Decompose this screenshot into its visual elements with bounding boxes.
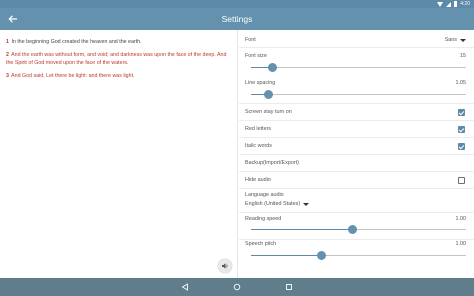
font-size-setting: Font size 15 [239, 48, 474, 76]
screen-stay-on-checkbox[interactable] [458, 109, 465, 116]
dropdown-arrow-icon [303, 202, 310, 206]
slider-thumb[interactable] [347, 225, 357, 234]
navigation-bar [0, 278, 474, 296]
slider-thumb[interactable] [317, 251, 327, 260]
nav-recents-button[interactable] [283, 281, 295, 293]
font-size-label: Font size [245, 53, 267, 59]
line-spacing-label: Line spacing [245, 80, 276, 86]
verse-2[interactable]: 2 And the earth was without form, and vo… [6, 51, 231, 68]
font-size-slider[interactable] [251, 63, 466, 72]
square-recents-icon [286, 284, 292, 290]
verse-1[interactable]: 1 In the beginning God created the heave… [6, 38, 231, 47]
line-spacing-setting: Line spacing 1.05 [239, 76, 474, 104]
italic-words-checkbox[interactable] [458, 143, 465, 150]
line-spacing-value: 1.05 [455, 80, 467, 86]
font-size-value: 15 [460, 53, 466, 59]
backup-setting[interactable]: Backup(Import/Export) [239, 155, 474, 172]
reader-pane: 1 In the beginning God created the heave… [0, 30, 238, 278]
page-title: Settings [221, 14, 253, 24]
slider-fill [251, 255, 322, 256]
verse-text: In the beginning God created the heaven … [11, 39, 142, 45]
font-label: Font [245, 37, 256, 43]
battery-icon [454, 1, 458, 7]
line-spacing-slider[interactable] [251, 90, 466, 99]
wifi-icon [437, 1, 444, 7]
nav-back-button[interactable] [179, 281, 191, 293]
screen-stay-on-label: Screen stay turn on [245, 109, 292, 115]
red-letters-setting[interactable]: Red letters [239, 121, 474, 138]
italic-words-setting[interactable]: Italic words [239, 138, 474, 155]
reading-speed-slider[interactable] [251, 225, 466, 234]
reading-speed-value: 1.00 [455, 216, 467, 222]
red-letters-label: Red letters [245, 126, 272, 132]
font-dropdown[interactable]: Sans [445, 37, 466, 43]
speech-pitch-slider[interactable] [251, 251, 466, 260]
dropdown-arrow-icon [460, 38, 466, 42]
status-bar: 4:20 [0, 0, 474, 8]
circle-home-icon [233, 283, 241, 291]
app-bar: Settings [0, 8, 474, 30]
signal-icon [446, 1, 452, 7]
slider-thumb[interactable] [268, 63, 277, 72]
hide-audio-checkbox[interactable] [458, 177, 465, 184]
speech-pitch-label: Speech pitch [245, 241, 277, 247]
red-letters-checkbox[interactable] [458, 126, 465, 133]
speech-pitch-value: 1.00 [455, 241, 467, 247]
reading-speed-setting: Reading speed 1.00 [239, 213, 474, 240]
audio-play-button[interactable] [218, 259, 232, 273]
language-audio-label: Language audio [245, 192, 284, 198]
font-value: Sans [444, 37, 457, 43]
settings-panel: Font Sans Font size 15 Line spacing 1.05… [239, 30, 474, 278]
nav-home-button[interactable] [231, 281, 243, 293]
language-audio-value: English (United States) [245, 201, 301, 207]
speaker-icon [222, 263, 228, 269]
language-audio-dropdown[interactable]: English (United States) [245, 201, 310, 207]
triangle-back-icon [181, 283, 188, 291]
slider-thumb[interactable] [263, 90, 273, 99]
italic-words-label: Italic words [245, 143, 272, 149]
hide-audio-setting[interactable]: Hide audio [239, 172, 474, 189]
verse-text: And God said, Let there be light: and th… [11, 72, 135, 79]
verse-number: 3 [6, 72, 9, 79]
slider-fill [251, 229, 353, 230]
status-time: 4:20 [460, 1, 470, 7]
screen-stay-on-setting[interactable]: Screen stay turn on [239, 104, 474, 121]
language-audio-setting: Language audio English (United States) [239, 189, 474, 213]
backup-label: Backup(Import/Export) [245, 160, 299, 166]
font-setting[interactable]: Font Sans [239, 30, 474, 48]
verse-number: 2 [6, 51, 9, 58]
verse-text: And the earth was without form, and void… [6, 51, 227, 67]
speech-pitch-setting: Speech pitch 1.00 [239, 240, 474, 268]
hide-audio-label: Hide audio [245, 177, 271, 183]
verse-number: 1 [6, 39, 9, 45]
reading-speed-label: Reading speed [245, 216, 282, 222]
verse-3[interactable]: 3 And God said, Let there be light: and … [6, 72, 231, 81]
